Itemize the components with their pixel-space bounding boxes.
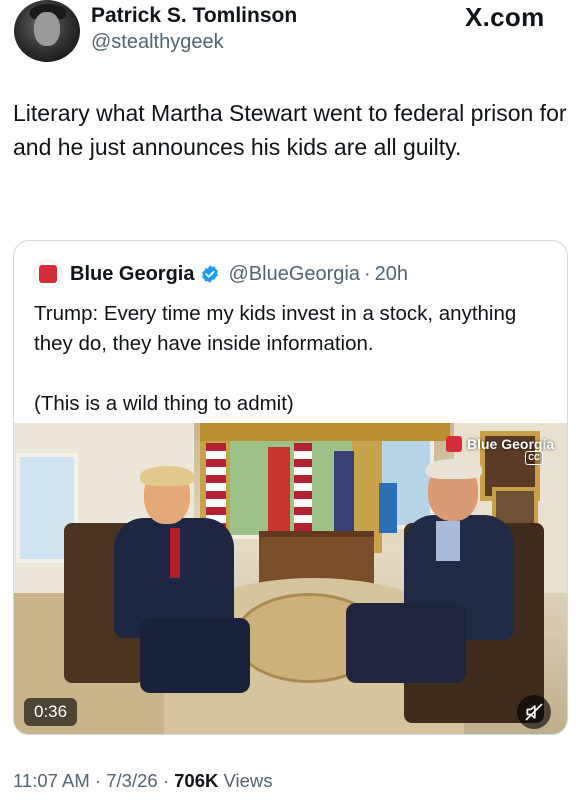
x-logo: X.com [465,2,545,32]
person-right-hair [426,459,482,479]
quoted-author-name[interactable]: Blue Georgia [70,263,194,286]
tweet-text: Literary what Martha Stewart went to fed… [13,100,567,160]
quoted-tweet-card[interactable]: Blue Georgia @BlueGeorgia · 20h Trump: E… [13,240,568,735]
meta-separator-1: · [94,770,102,791]
person-left-legs [140,618,250,693]
views-count: 706K [174,770,219,791]
scene-person-right [344,459,514,703]
quoted-text-line1: Trump: Every time my kids invest in a st… [34,302,517,355]
views-label: Views [223,770,273,791]
quoted-separator: · [363,262,371,285]
scene-flag-us-2 [294,443,312,543]
quoted-text-line2: (This is a wild thing to admit) [34,392,294,415]
person-left-hair [140,466,194,486]
verified-badge-icon [202,265,219,283]
person-right-legs [346,603,466,683]
georgia-mini-icon [446,436,462,452]
quoted-text-gap [34,359,554,389]
person-left-tie [170,528,180,578]
quoted-age[interactable]: 20h [375,263,408,286]
person-right-shirt [436,521,460,561]
author-avatar[interactable] [14,0,80,62]
mute-button[interactable] [517,695,551,729]
avatar-face [34,12,60,46]
tweet-header: Patrick S. Tomlinson @stealthygeek X.com [12,0,572,64]
author-name[interactable]: Patrick S. Tomlinson [91,4,297,28]
scene-valance [200,423,450,441]
video-duration: 0:36 [24,698,78,726]
closed-captions-icon[interactable]: CC [525,451,543,465]
quoted-author-handle[interactable]: @BlueGeorgia [228,263,359,286]
tweet-date[interactable]: 7/3/26 [106,770,157,791]
scene-flag-red [268,447,290,542]
scene-person-left [110,466,250,698]
tweet-meta: 11:07 AM · 7/3/26 · 706K Views [13,770,273,792]
muted-speaker-icon [525,703,543,721]
georgia-logo-icon [39,265,57,283]
quoted-avatar[interactable] [34,260,62,288]
quoted-tweet-header: Blue Georgia @BlueGeorgia · 20h [34,259,408,289]
video-player[interactable]: Blue Georgia CC 0:36 [14,423,567,734]
tweet-time[interactable]: 11:07 AM [13,770,90,791]
meta-separator-2: · [162,770,169,791]
video-watermark-label: Blue Georgia [467,436,555,452]
author-handle[interactable]: @stealthygeek [91,31,224,54]
quoted-tweet-text: Trump: Every time my kids invest in a st… [34,299,554,419]
